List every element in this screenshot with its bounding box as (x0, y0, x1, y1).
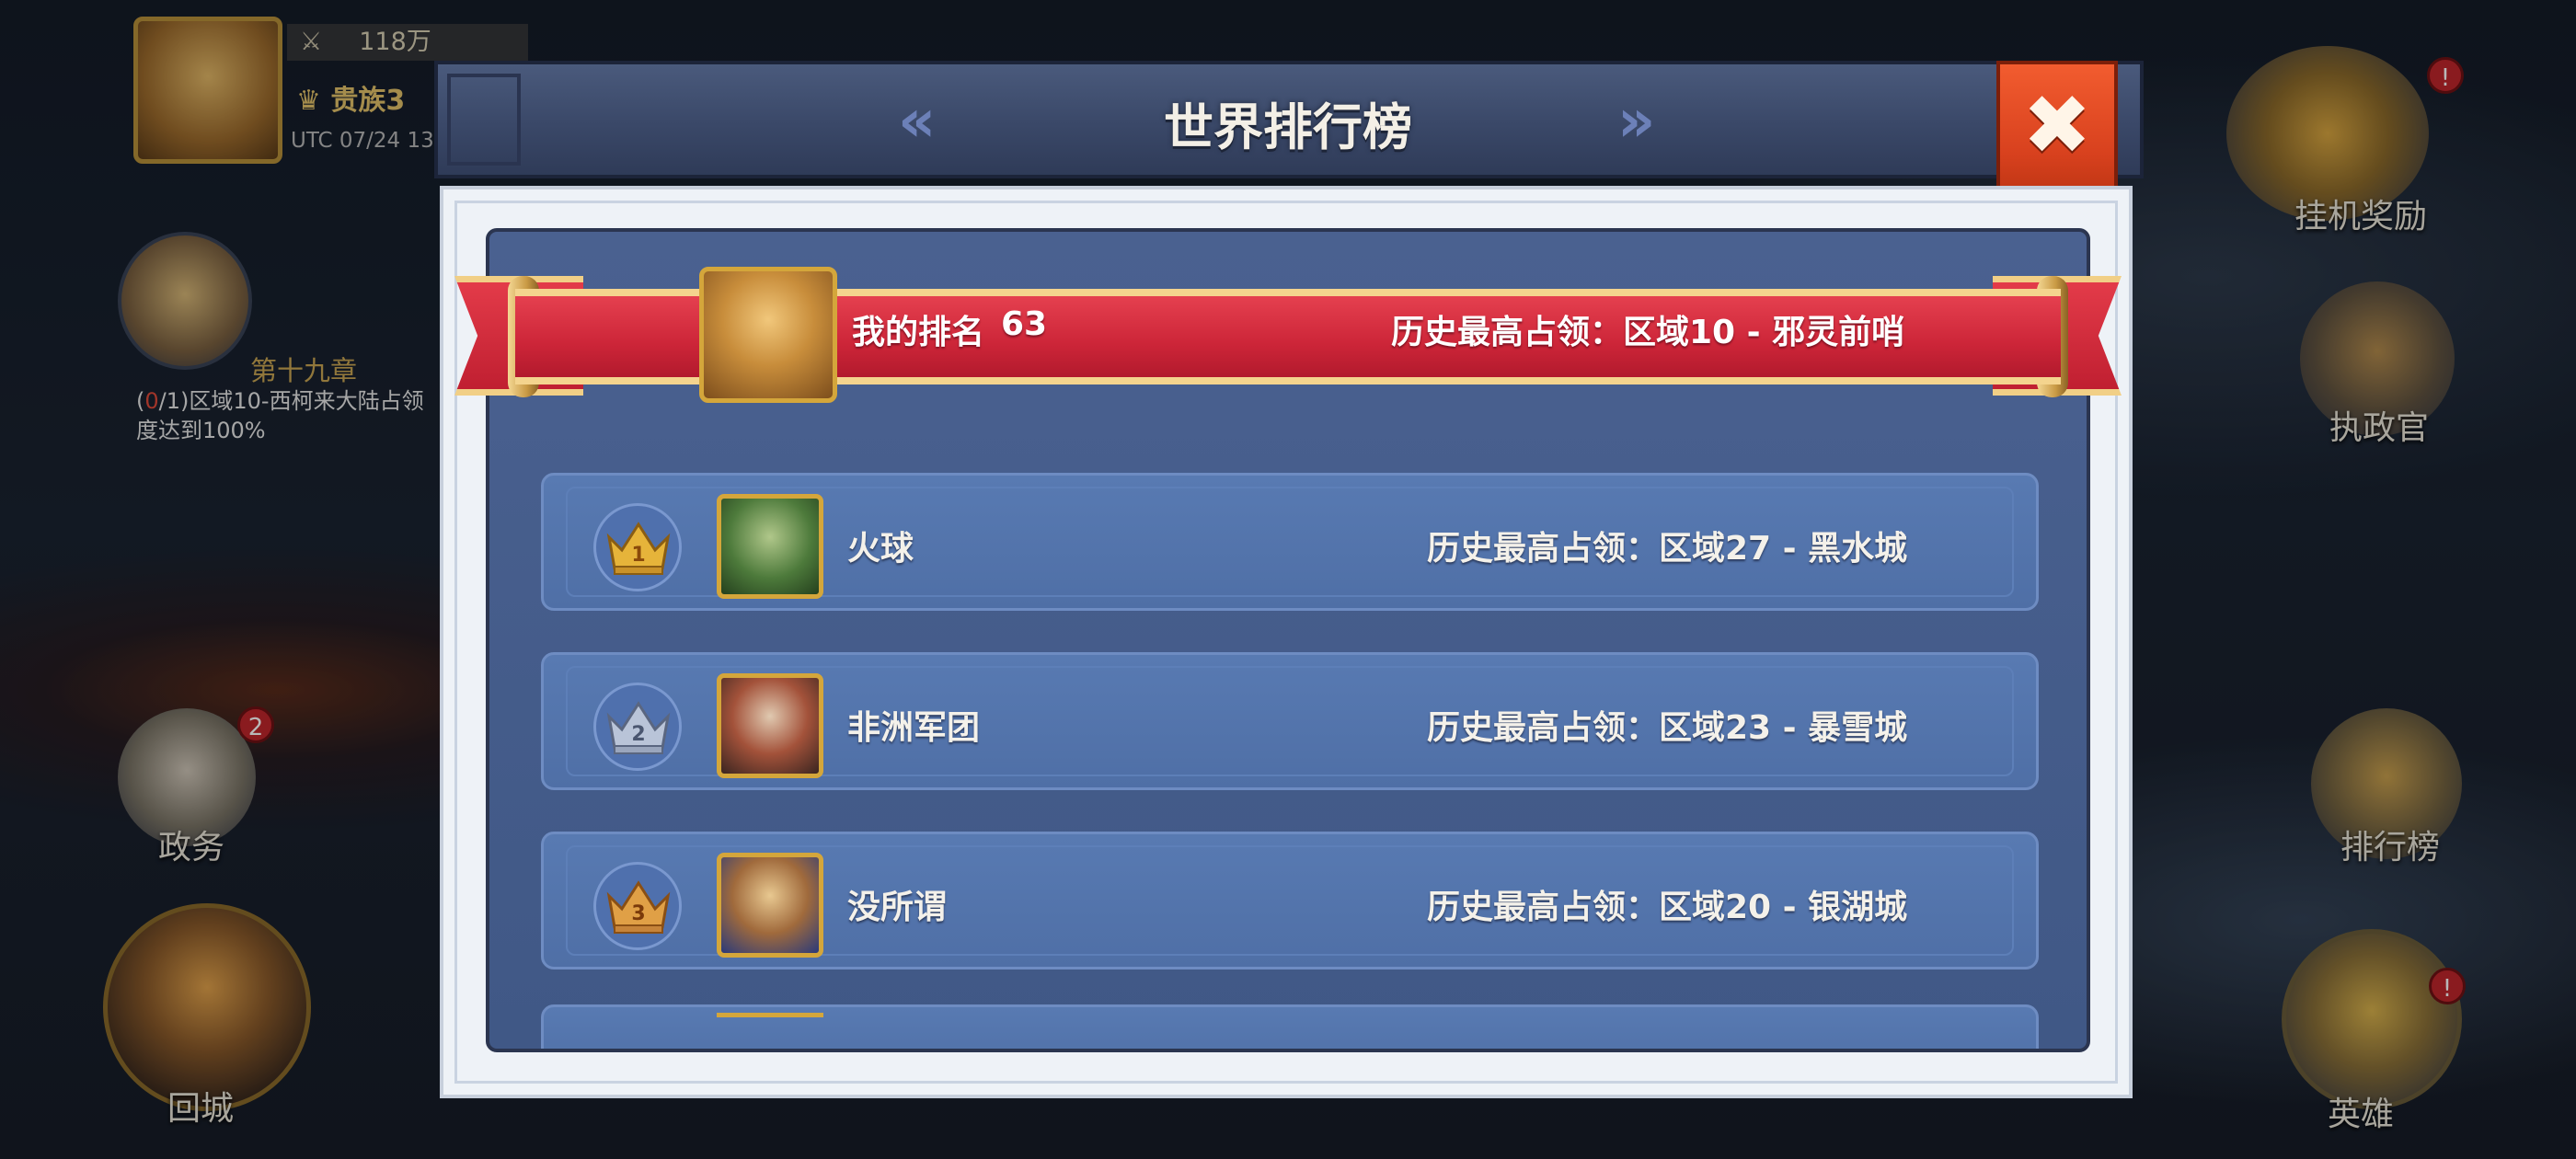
next-page-arrow-icon[interactable]: » (1617, 88, 1656, 155)
player-name: 非洲军团 (847, 709, 981, 747)
rank-number: 3 (631, 902, 645, 925)
player-portrait[interactable] (717, 853, 823, 958)
rank-number: 2 (631, 723, 645, 746)
modal-title: 世界排行榜 (1164, 98, 1412, 156)
silver-crown-icon: 2 (593, 683, 682, 771)
my-rank-history: 历史最高占领：区域10 - 邪灵前哨 (1391, 314, 1905, 351)
player-name: 火球 (847, 530, 914, 568)
bronze-crown-icon: 3 (593, 862, 682, 950)
player-history: 历史最高占领：区域27 - 黑水城 (1427, 530, 1908, 568)
player-name: 没所谓 (847, 889, 948, 926)
my-rank-value: 63 (1001, 305, 1048, 343)
rank-number: 1 (631, 544, 645, 567)
prev-page-arrow-icon[interactable]: « (898, 88, 937, 155)
my-portrait[interactable] (699, 267, 837, 403)
my-rank-label: 我的排名 (852, 314, 985, 351)
player-portrait[interactable] (717, 494, 823, 599)
gold-crown-icon: 1 (593, 503, 682, 591)
header-ornament (447, 74, 521, 166)
close-icon: ✖ (2022, 77, 2092, 174)
game-screen: ⚔ 118万 ♛ 贵族3 UTC 07/24 13: 第十九章 (0/1)区域10… (0, 0, 2576, 1159)
ranking-row[interactable]: 3 没所谓 历史最高占领：区域20 - 银湖城 (541, 832, 2039, 970)
player-portrait[interactable] (717, 673, 823, 778)
player-history: 历史最高占领：区域20 - 银湖城 (1427, 889, 1908, 926)
ranking-row-partial[interactable] (541, 1004, 2039, 1049)
ranking-row[interactable]: 2 非洲军团 历史最高占领：区域23 - 暴雪城 (541, 652, 2039, 790)
player-history: 历史最高占领：区域23 - 暴雪城 (1427, 709, 1908, 747)
player-portrait (717, 1013, 823, 1049)
ranking-row[interactable]: 1 火球 历史最高占领：区域27 - 黑水城 (541, 473, 2039, 611)
